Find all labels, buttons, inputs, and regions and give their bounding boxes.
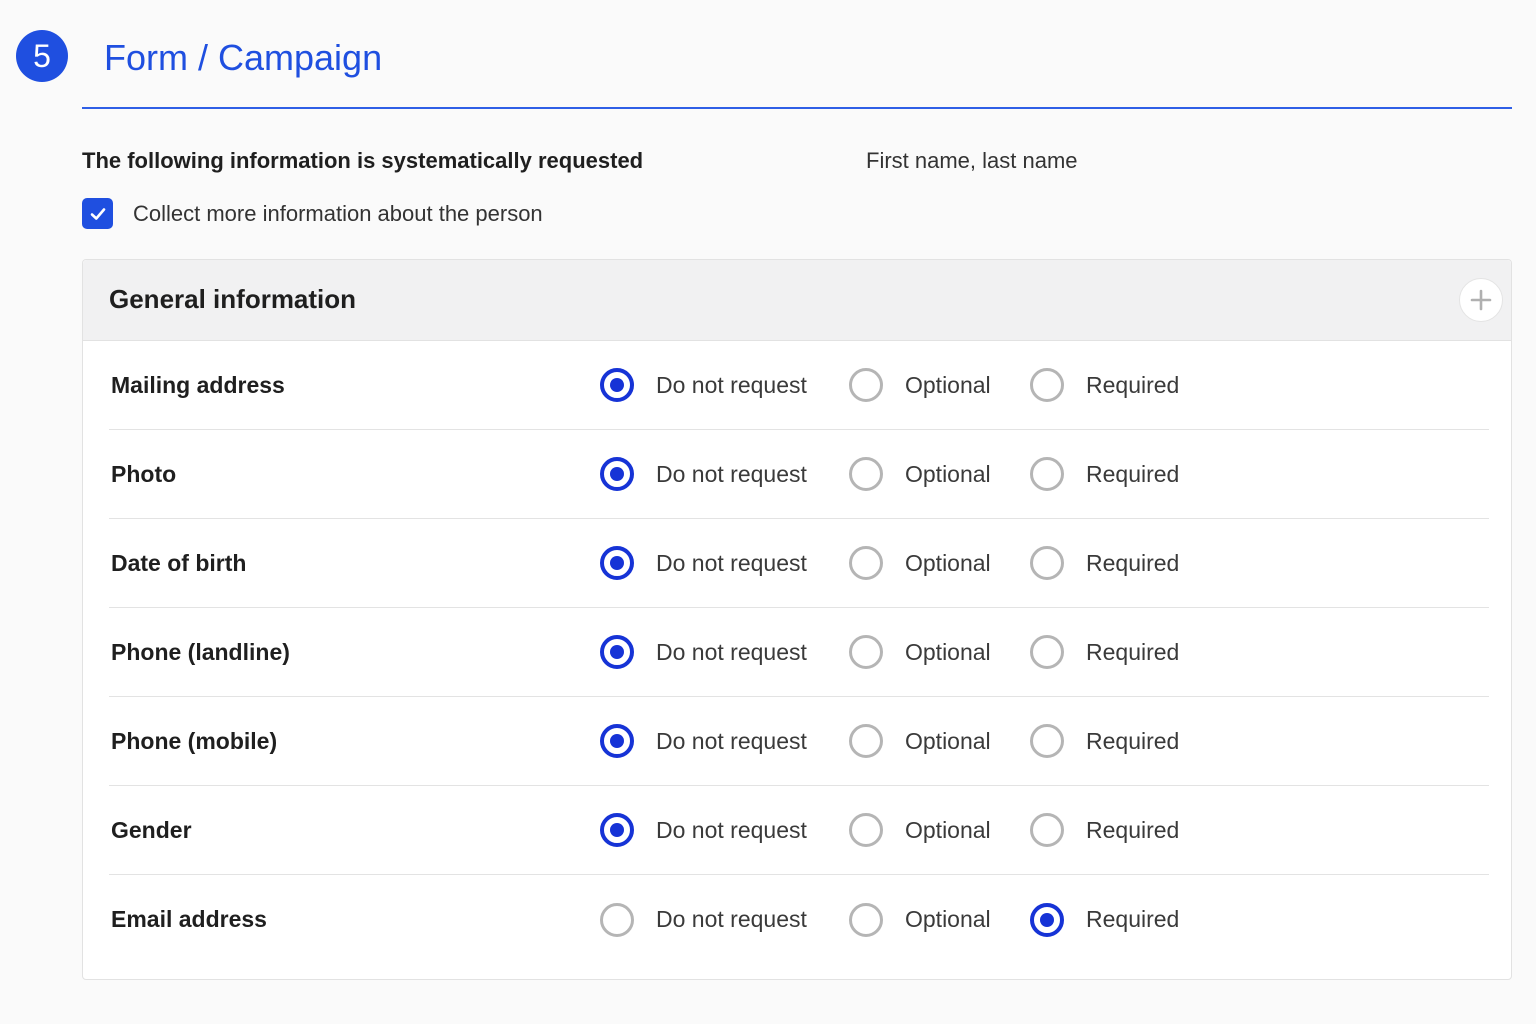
option-label: Required (1086, 638, 1180, 665)
radio-button[interactable] (849, 368, 883, 402)
field-label: Email address (111, 906, 267, 932)
option-label: Do not request (656, 906, 807, 932)
field-row: Phone (mobile) Do not request Optional R… (109, 697, 1489, 786)
option-label: Required (1086, 816, 1180, 843)
option-optional[interactable]: Optional (849, 902, 991, 937)
field-row: Photo Do not request Optional Required (109, 430, 1489, 519)
plus-icon (1470, 289, 1492, 311)
radio-button[interactable] (600, 724, 634, 758)
option-optional[interactable]: Optional (849, 635, 991, 669)
option-do-not-request[interactable]: Do not request (600, 457, 807, 491)
radio-button[interactable] (849, 902, 883, 937)
title-divider (82, 107, 1512, 109)
radio-button[interactable] (849, 724, 883, 758)
systematic-info-label: The following information is systematica… (82, 148, 644, 173)
option-do-not-request[interactable]: Do not request (600, 635, 807, 669)
option-required[interactable]: Required (1030, 546, 1179, 580)
option-label: Required (1086, 727, 1180, 754)
option-label: Required (1086, 906, 1180, 932)
option-do-not-request[interactable]: Do not request (600, 368, 807, 402)
option-optional[interactable]: Optional (849, 457, 991, 491)
option-label: Optional (905, 638, 991, 665)
option-required[interactable]: Required (1030, 635, 1179, 669)
radio-button[interactable] (849, 813, 883, 847)
radio-button[interactable] (600, 902, 634, 937)
add-field-button[interactable] (1459, 278, 1503, 322)
radio-button[interactable] (600, 546, 634, 580)
option-required[interactable]: Required (1030, 902, 1180, 937)
field-row: Date of birth Do not request Optional Re… (109, 519, 1489, 608)
radio-button[interactable] (849, 635, 883, 669)
option-required[interactable]: Required (1030, 368, 1179, 402)
option-label: Do not request (656, 638, 807, 665)
radio-button[interactable] (600, 368, 634, 402)
panel-header: General information (83, 260, 1511, 341)
general-information-panel: General information Mailing address Do n… (82, 259, 1512, 980)
option-do-not-request[interactable]: Do not request (600, 546, 807, 580)
option-do-not-request[interactable]: Do not request (600, 902, 807, 937)
option-optional[interactable]: Optional (849, 546, 991, 580)
option-label: Do not request (656, 549, 807, 576)
option-label: Required (1086, 460, 1180, 487)
radio-button[interactable] (1030, 368, 1064, 402)
page-title: Form / Campaign (104, 37, 383, 78)
step-number-badge: 5 (16, 30, 68, 82)
field-label: Date of birth (111, 549, 247, 576)
radio-button[interactable] (1030, 635, 1064, 669)
option-optional[interactable]: Optional (849, 368, 991, 402)
field-label: Mailing address (111, 371, 285, 398)
option-optional[interactable]: Optional (849, 813, 991, 847)
option-required[interactable]: Required (1030, 724, 1179, 758)
field-row: Mailing address Do not request Optional … (109, 341, 1489, 430)
field-label: Phone (mobile) (111, 727, 278, 754)
option-label: Optional (905, 549, 991, 576)
radio-button[interactable] (1030, 724, 1064, 758)
radio-button[interactable] (849, 457, 883, 491)
field-label: Photo (111, 460, 177, 487)
option-label: Optional (905, 906, 991, 932)
option-label: Optional (905, 816, 991, 843)
field-label: Gender (111, 816, 192, 843)
radio-button[interactable] (1030, 813, 1064, 847)
radio-button[interactable] (1030, 902, 1064, 937)
option-label: Optional (905, 727, 991, 754)
option-label: Optional (905, 460, 991, 487)
field-rows: Mailing address Do not request Optional … (109, 341, 1489, 964)
radio-button[interactable] (600, 813, 634, 847)
collect-more-info-label: Collect more information about the perso… (133, 200, 543, 226)
radio-button[interactable] (600, 457, 634, 491)
panel-title: General information (109, 284, 357, 314)
option-optional[interactable]: Optional (849, 724, 991, 758)
collect-more-info-checkbox[interactable] (82, 198, 113, 229)
option-required[interactable]: Required (1030, 457, 1179, 491)
option-label: Do not request (656, 727, 807, 754)
option-required[interactable]: Required (1030, 813, 1179, 847)
option-label: Required (1086, 371, 1180, 398)
option-do-not-request[interactable]: Do not request (600, 813, 807, 847)
option-label: Required (1086, 549, 1180, 576)
radio-button[interactable] (1030, 457, 1064, 491)
option-label: Do not request (656, 460, 807, 487)
field-row: Gender Do not request Optional Required (109, 786, 1489, 875)
systematic-info-value: First name, last name (866, 148, 1078, 173)
option-label: Do not request (656, 371, 807, 398)
option-do-not-request[interactable]: Do not request (600, 724, 807, 758)
radio-button[interactable] (849, 546, 883, 580)
radio-button[interactable] (600, 635, 634, 669)
field-label: Phone (landline) (111, 638, 290, 665)
field-row: Phone (landline) Do not request Optional… (109, 608, 1489, 697)
field-row: Email address Do not request Optional Re… (109, 875, 1489, 964)
radio-button[interactable] (1030, 546, 1064, 580)
checkmark-icon (90, 207, 105, 220)
option-label: Optional (905, 371, 991, 398)
collect-more-info-checkbox-row[interactable]: Collect more information about the perso… (82, 198, 543, 229)
option-label: Do not request (656, 816, 807, 843)
